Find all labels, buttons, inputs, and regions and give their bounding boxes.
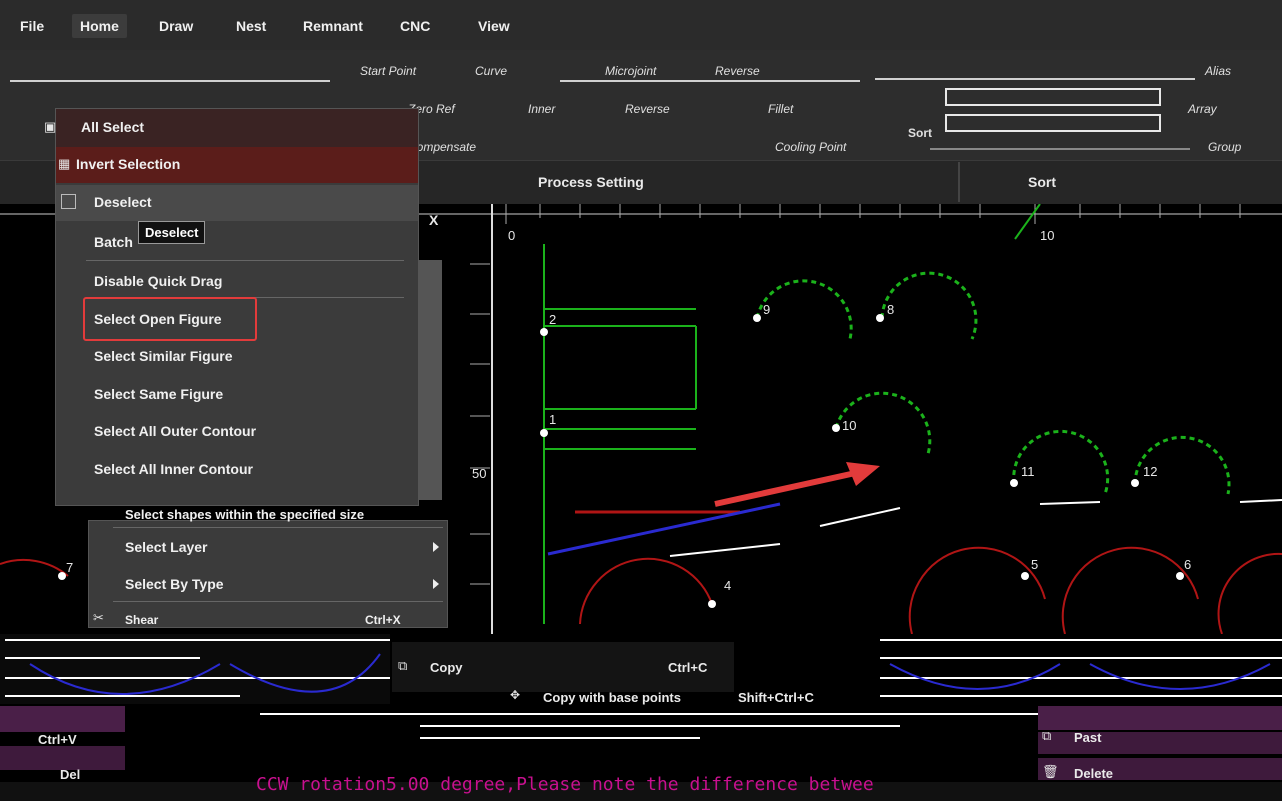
annotation-arrow-shaft [714, 469, 861, 507]
ribbon-glitch-box [945, 88, 1161, 106]
copy-base-icon: ✥ [510, 688, 521, 702]
ruler-tick-label: 10 [1040, 228, 1055, 243]
menu-nest[interactable]: Nest [228, 14, 274, 38]
menu-separator [113, 601, 443, 602]
invert-selection-icon: ▦ [58, 156, 71, 171]
copy-with-base-points-item[interactable]: Copy with base points [543, 690, 681, 705]
select-by-type-item[interactable]: Select By Type [125, 576, 224, 592]
ribbon-glitch-box [945, 114, 1161, 132]
reverse-top-button[interactable]: Reverse [715, 64, 760, 78]
select-same-figure-item[interactable]: Select Same Figure [94, 386, 223, 402]
figure-number: 11 [1021, 464, 1035, 479]
paste-icon: ⧉ [1042, 728, 1052, 743]
green-open-figure [543, 204, 1041, 624]
ruler-tick-label: 0 [508, 228, 516, 243]
select-all-outer-contour-item[interactable]: Select All Outer Contour [94, 423, 256, 439]
green-dashed-arcs [755, 271, 1231, 495]
disable-quick-drag-item[interactable]: Disable Quick Drag [94, 273, 222, 289]
copy-shortcut: Ctrl+C [668, 660, 708, 675]
array-button[interactable]: Array [1188, 102, 1217, 116]
menu-row-invert-selection[interactable]: ▦ Invert Selection [56, 147, 418, 183]
shear-shortcut: Ctrl+X [365, 613, 401, 627]
submenu-arrow-icon [433, 579, 439, 589]
ruler-ticks [470, 204, 1241, 585]
figure-number: 10 [842, 418, 857, 433]
select-within-size-item[interactable]: Select shapes within the specified size [125, 507, 364, 522]
figure-number: 9 [763, 302, 771, 317]
alias-button[interactable]: Alias [1205, 64, 1231, 78]
cooling-point-button[interactable]: Cooling Point [775, 140, 846, 154]
sort-ribbon-label[interactable]: Sort [908, 126, 932, 140]
bottom-panel: ⧉ Copy Ctrl+C ✥ Copy with base points Sh… [0, 634, 1282, 801]
paste-item[interactable]: Past [1074, 730, 1101, 745]
select-all-inner-contour-item[interactable]: Select All Inner Contour [94, 461, 253, 477]
reverse-button[interactable]: Reverse [625, 102, 670, 116]
microjoint-button[interactable]: Microjoint [605, 64, 656, 78]
figure-number: 8 [887, 302, 895, 317]
menu-row-all-select[interactable]: ▣ All Select [44, 109, 418, 147]
x-axis-label: X [429, 212, 439, 228]
ribbon-glitch-line [875, 78, 1195, 80]
figure-number: 6 [1184, 557, 1192, 572]
menu-scrollbar[interactable] [418, 260, 442, 500]
paste-shortcut: Ctrl+V [38, 732, 77, 747]
figure-number: 12 [1143, 464, 1158, 479]
menu-cnc[interactable]: CNC [392, 14, 438, 38]
group-button[interactable]: Group [1208, 140, 1241, 154]
copy-icon: ⧉ [398, 658, 408, 673]
trash-icon: 🗑 [1042, 764, 1059, 779]
figure-number: 7 [66, 560, 74, 575]
copy-item[interactable]: Copy [430, 660, 463, 675]
group-divider [958, 162, 960, 202]
context-submenu: Select shapes within the specified size … [88, 507, 448, 628]
ribbon-glitch-line [10, 80, 330, 82]
ribbon-glitch-line [930, 148, 1190, 150]
select-similar-figure-item[interactable]: Select Similar Figure [94, 348, 233, 364]
menu-file[interactable]: File [12, 14, 52, 38]
ruler-tick-label: 50 [472, 466, 487, 481]
scissors-icon: ✂ [93, 610, 104, 625]
deselect-tooltip: Deselect [138, 221, 206, 244]
copy-with-base-points-shortcut: Shift+Ctrl+C [738, 690, 814, 705]
curve-button[interactable]: Curve [475, 64, 507, 78]
invert-selection-item[interactable]: Invert Selection [76, 156, 180, 172]
menu-remnant[interactable]: Remnant [295, 14, 371, 38]
annotation-arrow-head [846, 462, 880, 486]
select-all-icon: ▣ [44, 119, 57, 134]
shear-item[interactable]: Shear [125, 613, 158, 627]
figure-number: 1 [549, 412, 557, 427]
menu-draw[interactable]: Draw [151, 14, 201, 38]
ribbon-glitch-line [560, 80, 860, 82]
checkbox-icon [61, 194, 76, 209]
menu-home[interactable]: Home [72, 14, 127, 38]
highlight-annotation-box [83, 297, 257, 341]
command-line-message: CCW rotation5.00 degree,Please note the … [256, 774, 874, 795]
menu-separator [86, 260, 404, 261]
group-label-sort: Sort [1028, 174, 1056, 190]
edit-menu-panel: ⧉ Copy Ctrl+C [392, 642, 734, 692]
figure-number: 5 [1031, 557, 1039, 572]
start-point-button[interactable]: Start Point [360, 64, 416, 78]
fillet-button[interactable]: Fillet [768, 102, 793, 116]
batch-item[interactable]: Batch [94, 234, 133, 250]
menu-separator [113, 527, 443, 528]
figure-number: 2 [549, 312, 557, 327]
submenu-arrow-icon [433, 542, 439, 552]
delete-item[interactable]: Delete [1074, 766, 1113, 781]
group-label-process-setting: Process Setting [538, 174, 644, 190]
select-layer-item[interactable]: Select Layer [125, 539, 208, 555]
all-select-item[interactable]: All Select [81, 119, 144, 135]
delete-shortcut: Del [60, 767, 81, 782]
menu-view[interactable]: View [470, 14, 518, 38]
menu-bar: File Home Draw Nest Remnant CNC View [0, 0, 1282, 50]
menu-row-deselect[interactable]: Deselect [56, 185, 418, 221]
inner-button[interactable]: Inner [528, 102, 555, 116]
deselect-item[interactable]: Deselect [94, 194, 152, 210]
figure-number: 4 [724, 578, 732, 593]
